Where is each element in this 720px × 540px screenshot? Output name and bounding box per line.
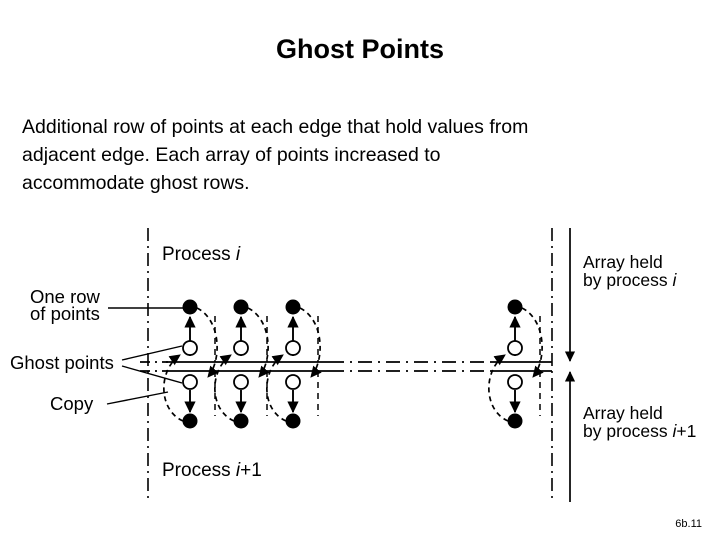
copy-arc-up [488, 354, 509, 422]
label-array-top-line2: by process i [583, 270, 677, 290]
ghost-point-bottom [285, 374, 301, 390]
body-word: of [255, 144, 272, 166]
label-array-bottom-line2-text: by process [583, 421, 672, 441]
label-process-top-index: i [236, 244, 241, 265]
ghost-point-bottom [507, 374, 523, 390]
label-process-bottom-suffix: +1 [240, 460, 262, 481]
body-word: from [489, 116, 529, 138]
filled-point-top [233, 299, 249, 315]
leader-ghost-lower [121, 365, 183, 384]
filled-point-top [507, 299, 523, 315]
ghost-point-top [507, 340, 523, 356]
copy-arc-up [214, 354, 235, 422]
label-array-top-line2-text: by process [583, 270, 672, 290]
body-word: edge. [101, 144, 150, 166]
filled-point-bottom [233, 413, 249, 429]
body-word: values [427, 116, 484, 138]
copy-arc-down [247, 307, 270, 378]
copy-arc-down [196, 307, 219, 378]
label-array-bottom-line1: Array held [583, 403, 663, 423]
body-word: Each [155, 144, 200, 166]
page-title: Ghost Points [276, 34, 444, 64]
label-one-row-line2: of points [30, 303, 100, 324]
leader-copy [106, 391, 169, 405]
body-word: points [276, 144, 329, 166]
body-word: edge [298, 116, 342, 138]
filled-point-bottom [507, 413, 523, 429]
body-word: points [171, 116, 224, 138]
filled-point-bottom [182, 413, 198, 429]
copy-arc-down [521, 307, 544, 378]
label-array-bottom-line2: by process i+1 [583, 421, 696, 441]
label-array-top-index: i [672, 270, 677, 290]
copy-arc-up [163, 354, 184, 422]
body-word: Additional [22, 116, 108, 138]
page-number: 6b.11 [675, 518, 702, 530]
body-word: of [149, 116, 167, 138]
leader-ghost-upper [121, 345, 183, 361]
copy-arc-up [266, 354, 287, 422]
point-column [488, 299, 544, 429]
ghost-point-top [233, 340, 249, 356]
body-word: row [113, 116, 145, 138]
point-column [266, 299, 322, 429]
body-word: increased [334, 144, 419, 166]
body-line-2: adjacent edge. Each array of points incr… [22, 141, 690, 169]
ghost-point-top [285, 340, 301, 356]
body-line-1: Additional row of points at each edge th… [22, 113, 690, 141]
copy-arc-down [299, 307, 322, 378]
label-array-top-line1: Array held [583, 252, 663, 272]
body-word: hold [385, 116, 423, 138]
label-ghost-points: Ghost points [10, 352, 114, 373]
ghost-point-bottom [182, 374, 198, 390]
body-word: to [424, 144, 441, 166]
body-word: at [229, 116, 246, 138]
ghost-points-diagram: Process i Process i+1 One row of points … [0, 220, 720, 510]
label-process-bottom: Process i+1 [162, 460, 262, 481]
slide-canvas: Ghost Points Additional row of points at… [0, 0, 720, 540]
body-paragraph: Additional row of points at each edge th… [22, 113, 690, 197]
filled-point-top [182, 299, 198, 315]
body-word: each [250, 116, 294, 138]
filled-point-top [285, 299, 301, 315]
label-process-top: Process i [162, 244, 241, 265]
label-array-bottom-suffix: +1 [676, 421, 696, 441]
body-line-3: accommodate ghost rows. [22, 172, 250, 194]
label-process-bottom-text: Process [162, 460, 236, 481]
ghost-point-top [182, 340, 198, 356]
point-column [214, 299, 270, 429]
filled-point-bottom [285, 413, 301, 429]
ghost-point-bottom [233, 374, 249, 390]
body-word: that [347, 116, 380, 138]
body-word: array [205, 144, 250, 166]
label-copy: Copy [50, 393, 94, 414]
cell-wall-dashes [214, 316, 541, 416]
body-word: adjacent [22, 144, 96, 166]
point-column [163, 299, 219, 429]
label-process-top-text: Process [162, 244, 236, 265]
array-boundary-lines [140, 361, 552, 372]
